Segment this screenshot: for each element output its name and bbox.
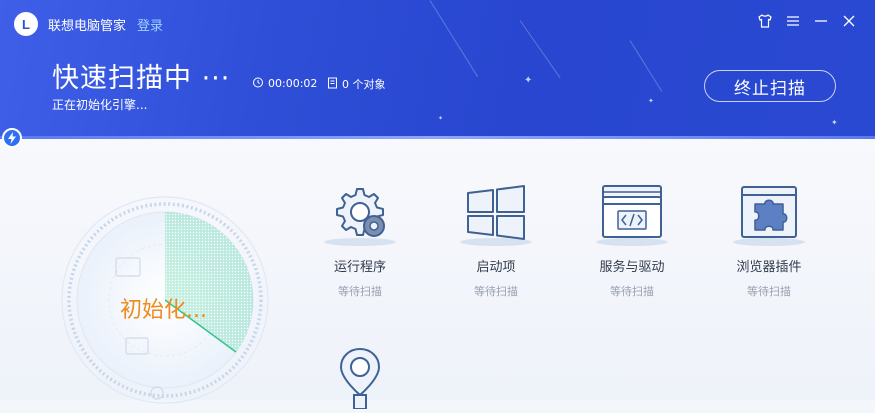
scan-item-browser-plugins: 浏览器插件 等待扫描 [709,185,829,299]
scan-item-services-drivers: 服务与驱动 等待扫描 [572,185,692,299]
decor-streak [429,0,479,78]
scan-item-label: 运行程序 [333,260,386,275]
scan-item-label: 启动项 [476,260,516,275]
close-icon[interactable] [838,10,860,32]
side-lightning-icon[interactable] [2,128,22,148]
object-count-value: 0 个对象 [342,78,386,91]
app-logo: L [14,12,38,36]
location-pin-icon [320,345,400,410]
decor-star: ✦ [524,75,533,86]
scan-title: 快速扫描中 ··· [52,63,231,94]
elapsed-value: 00:00:02 [268,77,318,90]
app-title: 联想电脑管家 [48,19,127,34]
puzzle-icon [729,185,809,249]
stop-scan-button[interactable]: 终止扫描 [704,70,836,102]
gauge-status-text: 初始化... [120,298,207,323]
globe-icon [150,386,164,400]
scan-item-label: 浏览器插件 [736,260,802,275]
decor-streak [519,20,561,79]
clock-icon [252,76,264,91]
minimize-icon[interactable] [810,10,832,32]
gear-icon [320,185,400,249]
scan-item-startup: 启动项 等待扫描 [436,185,556,299]
login-link[interactable]: 登录 [137,15,163,34]
windows-icon [456,185,536,249]
scan-subtitle: 正在初始化引擎... [52,98,148,112]
scan-item-location [300,345,420,410]
document-icon [327,77,338,92]
object-count: 0 个对象 [327,76,386,92]
scan-item-status: 等待扫描 [747,285,791,298]
shirt-skin-icon[interactable] [754,10,776,32]
menu-icon[interactable] [782,10,804,32]
scan-item-status: 等待扫描 [610,285,654,298]
elapsed-time: 00:00:02 [252,76,317,91]
scan-item-status: 等待扫描 [474,285,518,298]
decor-star: ✦ [648,97,654,105]
scan-item-status: 等待扫描 [338,285,382,298]
scan-item-label: 服务与驱动 [599,260,665,275]
decor-streak [629,40,663,92]
header-banner: ✦ ✦ ✦ ✦ L 联想电脑管家 登录 快速扫描中 ··· 正在初始化引擎...… [0,0,875,138]
scan-item-running-programs: 运行程序 等待扫描 [300,185,420,299]
code-window-icon [592,185,672,249]
decor-star: ✦ [831,118,838,127]
decor-star: ✦ [438,115,444,122]
